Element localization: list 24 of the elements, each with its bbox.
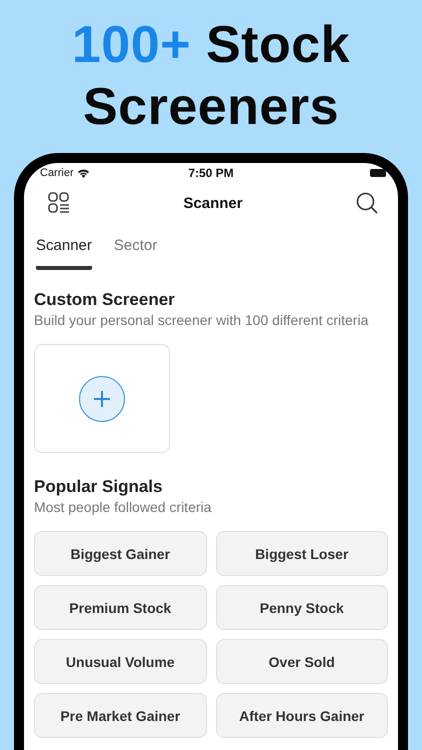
plus-icon (93, 390, 111, 408)
section-title: Custom Screener (34, 290, 176, 310)
signal-button[interactable]: After Hours Gainer (216, 693, 388, 738)
signal-button[interactable]: Pre Market Gainer (34, 693, 206, 738)
status-time: 7:50 PM (187, 166, 235, 180)
wifi-icon (76, 168, 90, 178)
signal-button[interactable]: Penny Stock (216, 585, 388, 630)
grid-list-icon[interactable] (48, 192, 70, 214)
section-subtitle: Build your personal screener with 100 different criteria (34, 312, 370, 328)
screen-title: Scanner (183, 194, 243, 212)
signal-button[interactable]: Over Sold (216, 639, 388, 684)
section-title: Popular Signals (34, 477, 164, 497)
battery-icon (370, 169, 386, 177)
headline: 100+ Stock Screeners (70, 15, 352, 138)
add-button[interactable] (79, 376, 125, 422)
section-subtitle: Most people followed criteria (34, 499, 212, 515)
search-icon[interactable] (356, 192, 378, 214)
signal-button[interactable]: Premium Stock (34, 585, 206, 630)
tab[interactable]: Scanner (36, 227, 92, 270)
tab[interactable]: Sector (114, 227, 158, 270)
signal-button[interactable]: Biggest Loser (216, 531, 388, 576)
signal-button[interactable]: Biggest Gainer (34, 531, 206, 576)
carrier-label: Carrier (40, 167, 74, 179)
signal-button[interactable]: Unusual Volume (34, 639, 206, 684)
